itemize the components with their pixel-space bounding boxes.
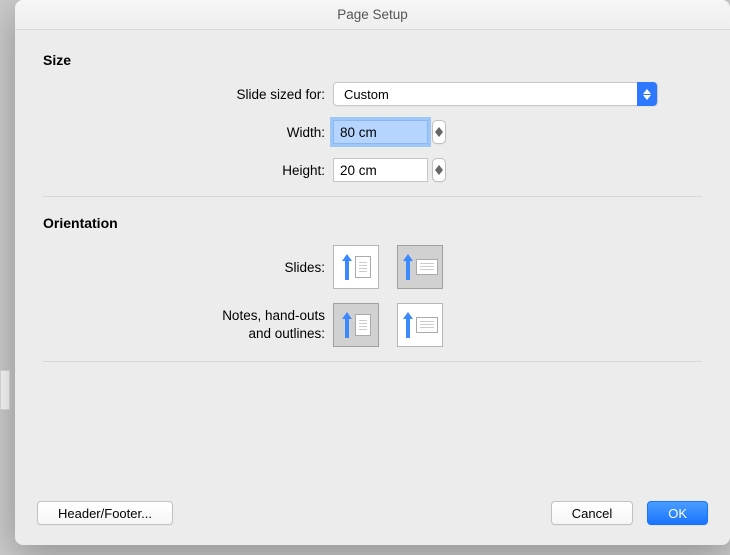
width-stepper[interactable]	[432, 120, 446, 144]
page-landscape-icon	[416, 317, 438, 333]
notes-orientation-row: Notes, hand-outs and outlines:	[43, 303, 702, 347]
cancel-button[interactable]: Cancel	[551, 501, 633, 525]
page-portrait-icon	[355, 256, 371, 278]
section-divider	[43, 196, 702, 197]
ok-button[interactable]: OK	[647, 501, 708, 525]
height-input-wrap	[333, 158, 446, 182]
slides-orientation-label: Slides:	[43, 260, 333, 275]
width-label: Width:	[43, 125, 333, 140]
dialog-footer: Header/Footer... Cancel OK	[15, 501, 730, 545]
slide-sized-for-label: Slide sized for:	[43, 87, 333, 102]
notes-label-line1: Notes, hand-outs	[222, 308, 325, 323]
width-row: Width:	[43, 120, 702, 144]
slides-orientation-row: Slides:	[43, 245, 702, 289]
dialog-title: Page Setup	[337, 7, 408, 22]
width-input-wrap	[333, 120, 446, 144]
height-stepper[interactable]	[432, 158, 446, 182]
slide-sized-for-value: Custom	[334, 87, 637, 102]
height-input[interactable]	[333, 158, 428, 182]
notes-landscape-button[interactable]	[397, 303, 443, 347]
header-footer-button[interactable]: Header/Footer...	[37, 501, 173, 525]
notes-orientation-group	[333, 303, 443, 347]
orientation-section-label: Orientation	[43, 215, 702, 231]
slides-portrait-button[interactable]	[333, 245, 379, 289]
footer-divider	[43, 361, 702, 362]
notes-label-line2: and outlines:	[248, 326, 325, 341]
background-app-panel	[0, 370, 10, 410]
height-row: Height:	[43, 158, 702, 182]
slide-sized-for-row: Slide sized for: Custom	[43, 82, 702, 106]
arrow-up-icon	[342, 312, 352, 338]
page-portrait-icon	[355, 314, 371, 336]
dialog-titlebar: Page Setup	[15, 0, 730, 30]
notes-portrait-button[interactable]	[333, 303, 379, 347]
page-setup-dialog: Page Setup Size Slide sized for: Custom …	[15, 0, 730, 545]
slide-sized-for-select[interactable]: Custom	[333, 82, 658, 106]
slides-landscape-button[interactable]	[397, 245, 443, 289]
dialog-content: Size Slide sized for: Custom Width:	[15, 30, 730, 501]
arrow-up-icon	[403, 312, 413, 338]
width-input[interactable]	[333, 120, 428, 144]
notes-orientation-label: Notes, hand-outs and outlines:	[43, 307, 333, 342]
size-section-label: Size	[43, 52, 702, 68]
slides-orientation-group	[333, 245, 443, 289]
height-label: Height:	[43, 163, 333, 178]
arrow-up-icon	[342, 254, 352, 280]
arrow-up-icon	[403, 254, 413, 280]
page-landscape-icon	[416, 259, 438, 275]
select-arrows-icon	[637, 82, 657, 106]
